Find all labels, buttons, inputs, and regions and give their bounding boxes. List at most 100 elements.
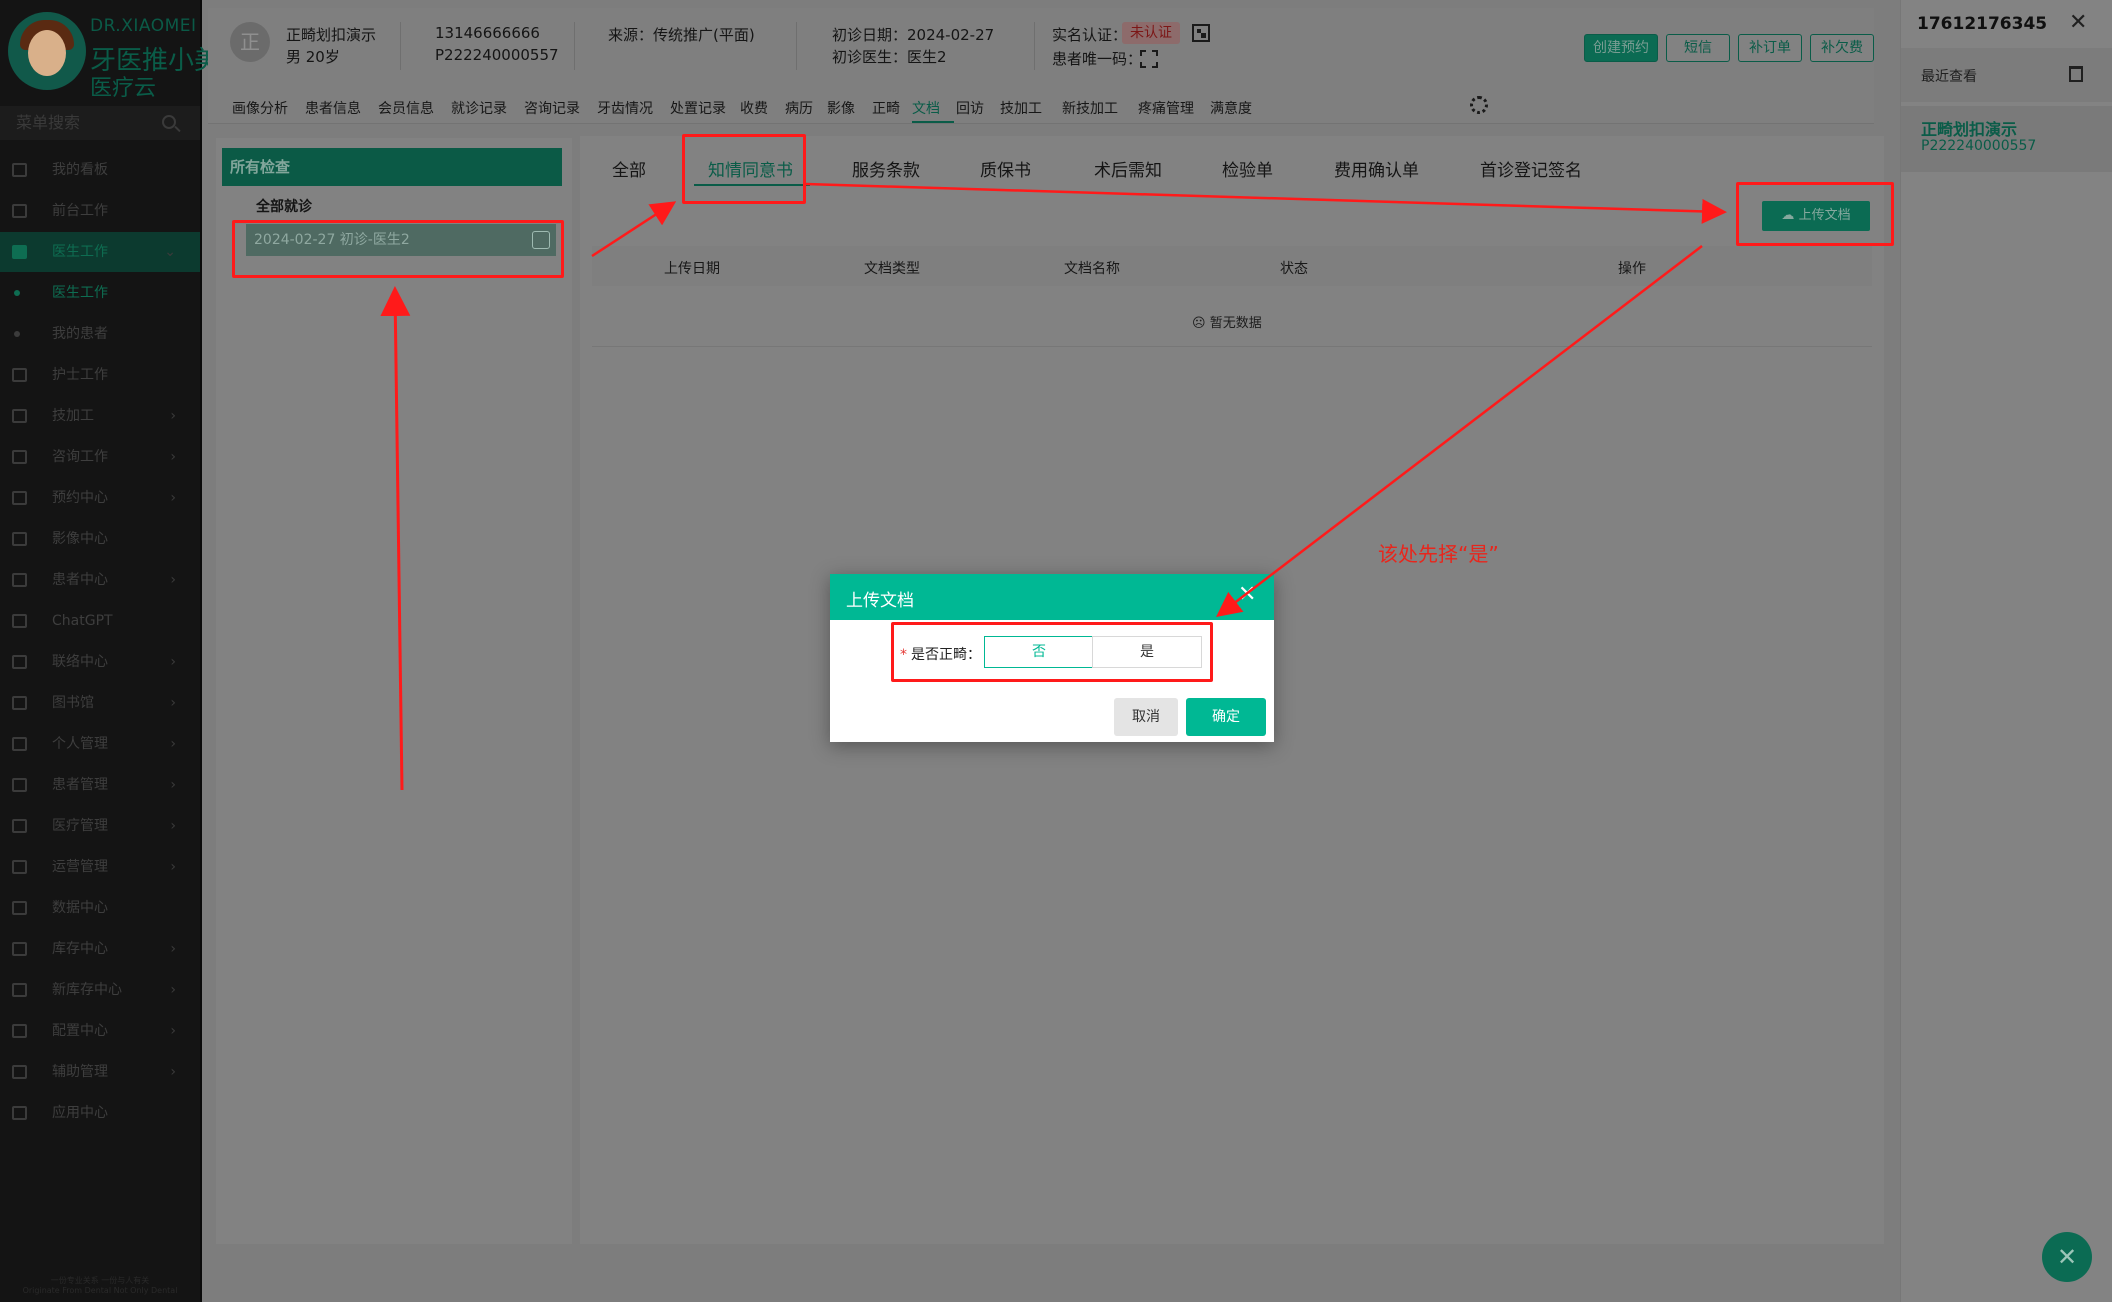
tree-all-visits[interactable]: 全部就诊 — [256, 196, 312, 216]
table-header-status: 状态 — [1280, 261, 1308, 277]
divider — [400, 22, 401, 70]
patient-tab[interactable]: 收费 — [740, 98, 768, 118]
close-icon[interactable]: ✕ — [2069, 10, 2087, 35]
sidebar-item[interactable]: 个人管理 › — [0, 724, 200, 764]
sidebar-item[interactable]: 我的患者 — [0, 314, 200, 354]
doc-tab[interactable]: 首诊登记签名 — [1480, 156, 1582, 181]
confirm-button[interactable]: 确定 — [1186, 698, 1266, 736]
sidebar-item[interactable]: 辅助管理 › — [0, 1052, 200, 1092]
supplement-fee-button[interactable]: 补欠费 — [1810, 34, 1874, 62]
sidebar-item[interactable]: 医疗管理 › — [0, 806, 200, 846]
recent-patient-name[interactable]: 正畸划扣演示 — [1921, 116, 2017, 140]
sidebar-item[interactable]: 预约中心 › — [0, 478, 200, 518]
patient-tab[interactable]: 文档 — [912, 98, 940, 118]
sidebar-item[interactable]: 联络中心 › — [0, 642, 200, 682]
upload-document-label: 上传文档 — [1798, 208, 1851, 223]
patient-tab[interactable]: 会员信息 — [378, 98, 434, 118]
patient-tab[interactable]: 画像分析 — [232, 98, 288, 118]
sidebar-item[interactable]: 我的看板 — [0, 150, 200, 190]
tree-node-label: 2024-02-27 初诊-医生2 — [254, 232, 410, 248]
sidebar-item[interactable]: 库存中心 › — [0, 929, 200, 969]
floating-close-button[interactable]: ✕ — [2042, 1232, 2092, 1282]
search-phone-value[interactable]: 17612176345 — [1917, 14, 2047, 34]
menu-icon — [12, 655, 27, 669]
sidebar-item[interactable]: 图书馆 › — [0, 683, 200, 723]
patient-tab[interactable]: 咨询记录 — [524, 98, 580, 118]
sidebar-item[interactable]: 医生工作 ⌄ — [0, 232, 200, 272]
create-appointment-button[interactable]: 创建预约 — [1584, 34, 1658, 62]
sidebar-item-label: 护士工作 — [52, 367, 108, 383]
patient-tab[interactable]: 影像 — [827, 98, 855, 118]
edit-icon[interactable] — [532, 231, 550, 249]
chevron-right-icon: › — [170, 449, 176, 465]
sms-button[interactable]: 短信 — [1666, 34, 1730, 62]
patient-tab[interactable]: 满意度 — [1210, 98, 1252, 118]
patient-tab[interactable]: 疼痛管理 — [1138, 98, 1194, 118]
sidebar-item[interactable]: 患者管理 › — [0, 765, 200, 805]
sidebar-item[interactable]: 影像中心 — [0, 519, 200, 559]
sidebar-item[interactable]: 医生工作 — [0, 273, 200, 313]
sidebar-item[interactable]: 数据中心 — [0, 888, 200, 928]
orthodontic-option-no[interactable]: 否 — [984, 636, 1094, 668]
sidebar-item[interactable]: 前台工作 — [0, 191, 200, 231]
doc-tab[interactable]: 检验单 — [1222, 156, 1273, 181]
sidebar-item[interactable]: 新库存中心 › — [0, 970, 200, 1010]
close-icon[interactable]: ✕ — [1238, 582, 1256, 607]
first-visit-date: 初诊日期：2024-02-27 — [832, 26, 995, 44]
bullet-icon — [14, 331, 20, 337]
patient-tab[interactable]: 病历 — [785, 98, 813, 118]
sidebar-item[interactable]: 配置中心 › — [0, 1011, 200, 1051]
gear-icon[interactable] — [1470, 96, 1488, 114]
sidebar-footer: 一份专业关系 一份与人有关 Originate From Dental Not … — [0, 1276, 200, 1296]
patient-tab[interactable]: 患者信息 — [305, 98, 361, 118]
patient-tab[interactable]: 牙齿情况 — [597, 98, 653, 118]
doc-tab[interactable]: 全部 — [612, 156, 646, 181]
upload-document-button[interactable]: ☁ 上传文档 — [1762, 201, 1870, 231]
sidebar-item[interactable]: 运营管理 › — [0, 847, 200, 887]
sidebar-item[interactable]: 应用中心 — [0, 1093, 200, 1133]
patient-tab[interactable]: 处置记录 — [670, 98, 726, 118]
divider — [574, 22, 575, 70]
patient-tab[interactable]: 正畸 — [872, 98, 900, 118]
doc-tab[interactable]: 质保书 — [980, 156, 1031, 181]
menu-icon — [12, 1065, 27, 1079]
sidebar-item[interactable]: 护士工作 — [0, 355, 200, 395]
patient-tab[interactable]: 新技加工 — [1062, 98, 1118, 118]
divider — [1034, 22, 1035, 70]
qr-code-icon[interactable] — [1192, 24, 1210, 42]
sidebar-item-label: 影像中心 — [52, 531, 108, 547]
doc-tab[interactable]: 费用确认单 — [1334, 156, 1419, 181]
scan-icon[interactable] — [1140, 50, 1158, 68]
doc-tab[interactable]: 知情同意书 — [708, 156, 793, 181]
tree-node-visit[interactable]: 2024-02-27 初诊-医生2 — [246, 224, 556, 256]
cancel-button[interactable]: 取消 — [1114, 698, 1178, 736]
sidebar-item[interactable]: 技加工 › — [0, 396, 200, 436]
patient-tab[interactable]: 回访 — [956, 98, 984, 118]
menu-icon — [12, 409, 27, 423]
search-icon[interactable] — [162, 115, 176, 129]
trash-icon[interactable] — [2069, 66, 2083, 82]
patient-name: 正畸划扣演示 — [286, 26, 377, 44]
chevron-right-icon: › — [170, 982, 176, 998]
doc-tab[interactable]: 服务条款 — [852, 156, 920, 181]
sidebar-item-label: 医生工作 — [52, 244, 108, 260]
patient-tab[interactable]: 技加工 — [1000, 98, 1042, 118]
menu-search-input[interactable]: 菜单搜索 — [0, 106, 200, 140]
orthodontic-field-label: * 是否正畸： — [900, 647, 981, 663]
orthodontic-option-yes[interactable]: 是 — [1092, 636, 1202, 668]
doc-tab[interactable]: 术后需知 — [1094, 156, 1162, 181]
table-empty-label: 暂无数据 — [1209, 316, 1262, 331]
patient-tab[interactable]: 就诊记录 — [451, 98, 507, 118]
sidebar-item-label: 运营管理 — [52, 859, 108, 875]
menu-icon — [12, 942, 27, 956]
sidebar-item[interactable]: 咨询工作 › — [0, 437, 200, 477]
sidebar-item[interactable]: 患者中心 › — [0, 560, 200, 600]
sidebar-item[interactable]: ChatGPT — [0, 601, 200, 641]
orthodontic-label-text: 是否正畸： — [911, 647, 981, 663]
sidebar-item-label: 新库存中心 — [52, 982, 122, 998]
active-tab-underline — [912, 121, 954, 123]
upload-document-dialog: 上传文档 ✕ * 是否正畸： 否 是 取消 确定 — [830, 574, 1274, 742]
menu-icon — [12, 1024, 27, 1038]
supplement-order-button[interactable]: 补订单 — [1738, 34, 1802, 62]
sidebar-item-label: 图书馆 — [52, 695, 94, 711]
